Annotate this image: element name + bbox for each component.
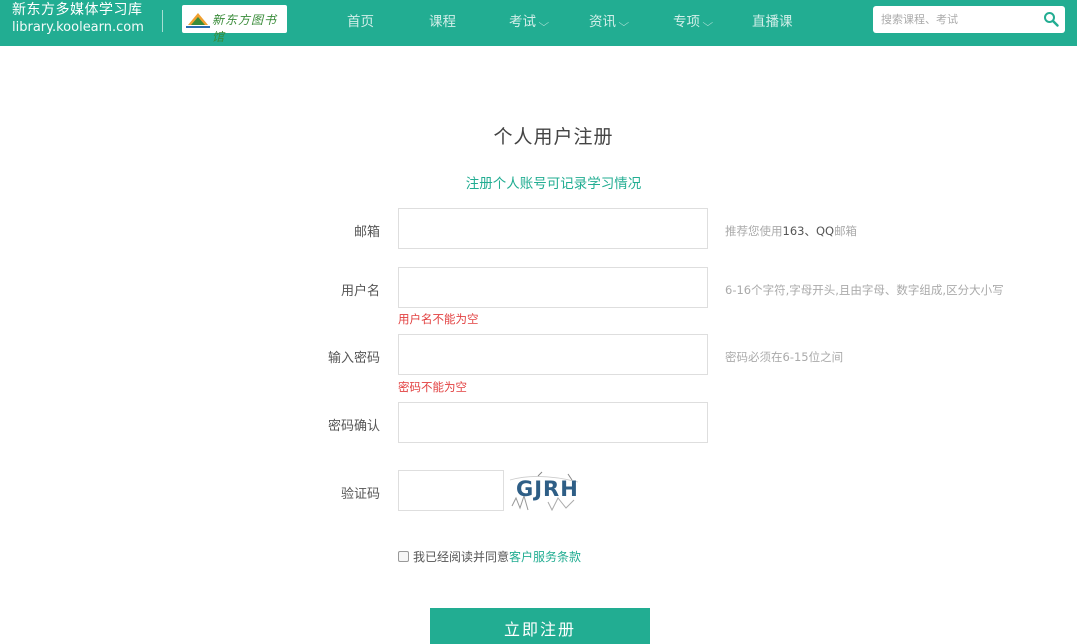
nav-item-exams[interactable]: 考试 ⌵ [509,10,550,30]
username-hint: 6-16个字符,字母开头,且由字母、数字组成,区分大小写 [725,283,1004,297]
email-hint-prefix: 推荐您使用 [725,224,783,238]
password-field-box [398,334,708,375]
email-field-box [398,208,708,249]
nav-item-topics[interactable]: 专项 ⌵ [673,10,714,30]
email-hint-emphasis: 163、QQ [782,224,835,238]
password-error: 密码不能为空 [398,380,467,394]
username-label: 用户名 [340,284,380,299]
nav-label: 首页 [347,14,374,30]
library-logo[interactable]: 新东方图书馆 [182,5,287,44]
register-button[interactable]: 立即注册 [430,608,650,644]
nav-item-news[interactable]: 资讯 ⌵ [589,10,630,30]
password-field[interactable] [399,335,707,374]
search-icon[interactable] [1043,11,1059,27]
site-name-chinese: 新东方多媒体学习库 [12,2,143,18]
captcha-label: 验证码 [340,487,380,502]
agree-checkbox[interactable] [398,551,409,562]
nav-item-courses[interactable]: 课程 [429,10,456,30]
site-name[interactable]: 新东方多媒体学习库 library.koolearn.com [12,2,144,36]
nav-label: 资讯 [589,14,616,30]
search-box [873,6,1065,33]
email-label: 邮箱 [353,225,380,240]
email-field[interactable] [399,209,707,248]
top-navbar: 新东方多媒体学习库 library.koolearn.com 新东方图书馆 首页… [0,0,1077,46]
captcha-text: GJRH [516,477,579,501]
chevron-down-icon: ⌵ [702,18,714,29]
header-divider [162,10,163,32]
chevron-down-icon: ⌵ [538,18,550,29]
nav-item-live[interactable]: 直播课 [752,10,793,30]
confirm-password-field-box [398,402,708,443]
username-field[interactable] [399,268,707,307]
page-title: 个人用户注册 [493,126,614,148]
nav-label: 直播课 [752,14,793,30]
book-logo-icon [186,13,210,28]
email-hint: 推荐您使用163、QQ邮箱 [725,223,857,239]
nav-label: 专项 [673,14,700,30]
nav-item-home[interactable]: 首页 [347,10,374,30]
captcha-field-box [398,470,504,511]
chevron-down-icon: ⌵ [618,18,630,29]
password-label: 输入密码 [327,351,380,366]
search-input[interactable] [873,6,1033,33]
username-error: 用户名不能为空 [398,312,479,326]
logo-text: 新东方图书馆 [212,13,278,44]
confirm-password-field[interactable] [399,403,707,442]
username-field-box [398,267,708,308]
agreement-row: 我已经阅读并同意客户服务条款 [398,548,581,565]
confirm-password-label: 密码确认 [327,419,380,434]
terms-link[interactable]: 客户服务条款 [509,550,581,564]
captcha-input[interactable] [399,471,503,510]
agreement-text: 我已经阅读并同意 [413,550,510,564]
nav-label: 考试 [509,14,536,30]
site-url: library.koolearn.com [12,20,144,35]
nav-label: 课程 [429,14,456,30]
page-subtitle: 注册个人账号可记录学习情况 [465,176,642,192]
captcha-image[interactable]: GJRH [508,468,580,514]
password-hint: 密码必须在6-15位之间 [725,350,844,364]
email-hint-suffix: 邮箱 [834,224,858,238]
